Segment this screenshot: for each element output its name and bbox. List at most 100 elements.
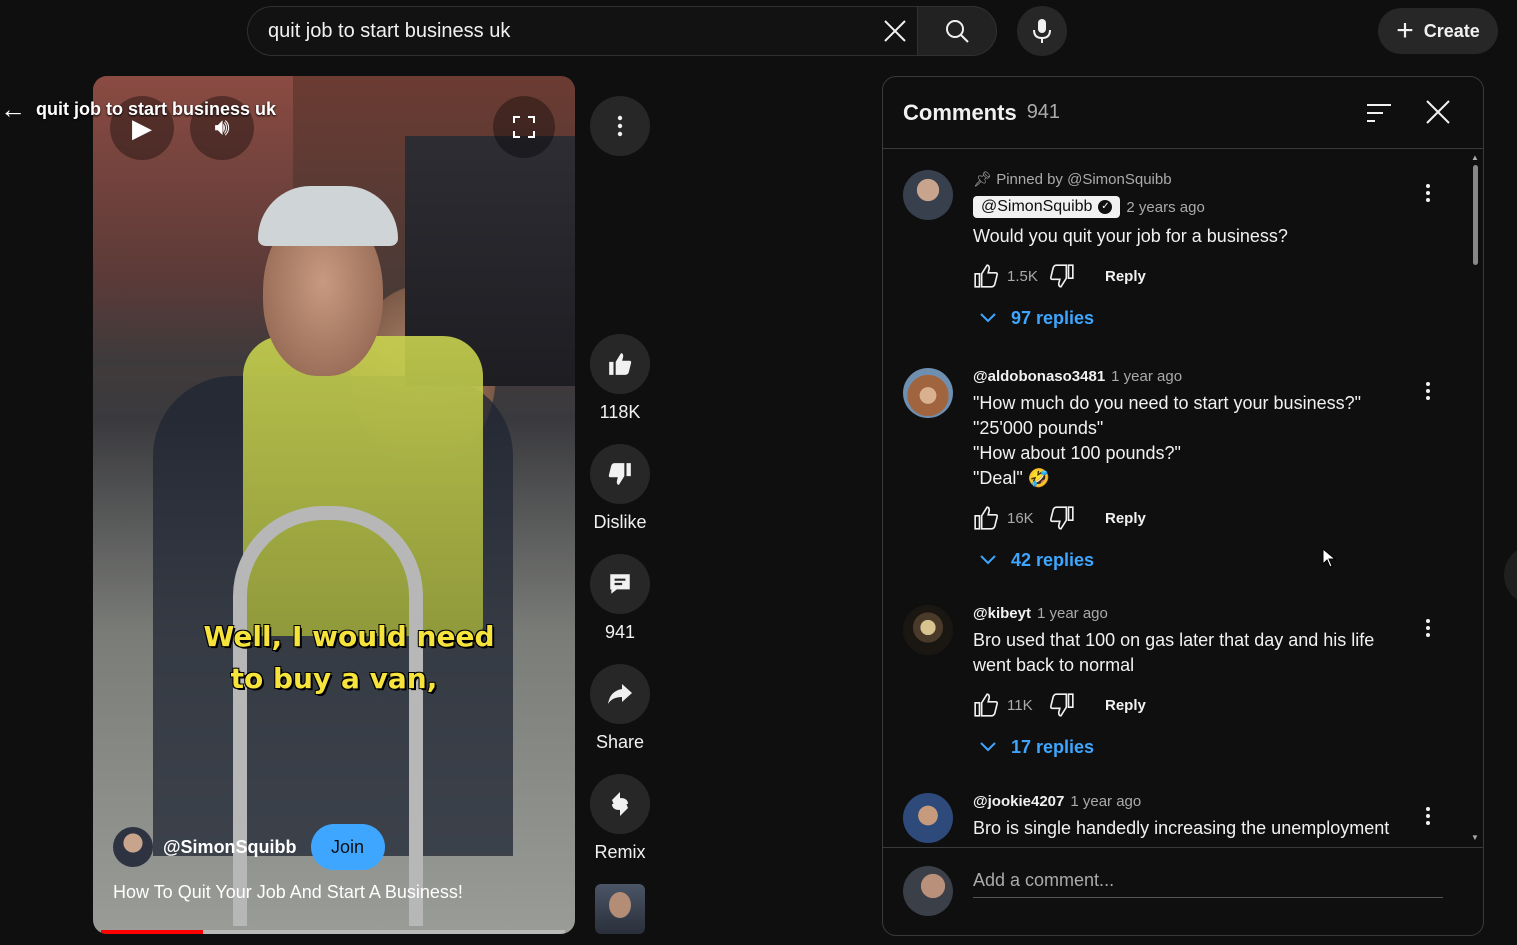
remix-label: Remix bbox=[594, 842, 646, 862]
avatar[interactable] bbox=[903, 170, 953, 220]
comments-button[interactable]: 941 bbox=[590, 554, 650, 643]
comment-menu-button[interactable] bbox=[1425, 619, 1431, 641]
video-title[interactable]: How To Quit Your Job And Start A Busines… bbox=[113, 882, 463, 903]
author-handle: @SimonSquibb bbox=[981, 198, 1093, 215]
back-arrow-icon[interactable]: ← bbox=[0, 94, 26, 125]
comment-count: 941 bbox=[604, 622, 636, 642]
comments-header: Comments 941 bbox=[883, 77, 1483, 149]
author-name[interactable]: @SimonSquibb ✓ bbox=[973, 196, 1121, 218]
comments-circle bbox=[590, 554, 650, 614]
chevron-down-icon bbox=[980, 742, 996, 752]
replies-count: 17 replies bbox=[1011, 736, 1095, 757]
comment-time[interactable]: 1 year ago bbox=[1037, 605, 1108, 622]
comment-time[interactable]: 2 years ago bbox=[1126, 199, 1204, 216]
comment-line: Bro used that 100 on gas later that day … bbox=[973, 630, 1375, 650]
view-replies-button[interactable]: 42 replies bbox=[979, 545, 1433, 575]
search-icon bbox=[946, 20, 969, 43]
comments-title: Comments bbox=[903, 99, 1017, 125]
caption-line: to buy a van, bbox=[230, 662, 438, 695]
channel-row: @SimonSquibb Join bbox=[113, 824, 385, 870]
like-circle bbox=[590, 334, 650, 394]
avatar[interactable] bbox=[903, 605, 953, 655]
video-frame-bg bbox=[258, 186, 398, 246]
search-button[interactable] bbox=[917, 6, 997, 56]
thumbs-down-icon[interactable] bbox=[1049, 505, 1075, 531]
reply-button[interactable]: Reply bbox=[1105, 510, 1146, 527]
create-label: Create bbox=[1423, 20, 1480, 41]
mouse-cursor-icon bbox=[1322, 548, 1336, 568]
comment-line: "How about 100 pounds?" bbox=[973, 443, 1181, 463]
create-button[interactable]: + Create bbox=[1378, 8, 1498, 54]
user-avatar[interactable] bbox=[903, 866, 953, 916]
dislike-circle bbox=[590, 444, 650, 504]
progress-bar[interactable] bbox=[101, 930, 565, 934]
comment-time[interactable]: 1 year ago bbox=[1111, 368, 1182, 385]
shorts-video-player[interactable]: ▶ 🔊︎ Well, I would need to buy a van, @S… bbox=[93, 76, 575, 934]
remix-button[interactable]: Remix bbox=[590, 774, 650, 863]
add-comment-input[interactable]: Add a comment... bbox=[973, 868, 1443, 898]
remix-circle bbox=[590, 774, 650, 834]
comment-menu-button[interactable] bbox=[1425, 184, 1431, 206]
avatar[interactable] bbox=[903, 793, 953, 843]
comment-time[interactable]: 1 year ago bbox=[1070, 793, 1141, 810]
thumbs-up-icon[interactable] bbox=[973, 263, 999, 289]
next-video-handle[interactable] bbox=[1504, 545, 1517, 605]
thumbs-up-icon bbox=[609, 353, 632, 375]
progress-fill bbox=[101, 930, 204, 934]
dislike-button[interactable]: Dislike bbox=[590, 444, 650, 533]
thumbs-up-icon[interactable] bbox=[973, 692, 999, 718]
clear-search-button[interactable] bbox=[870, 6, 920, 56]
comment-line: "25'000 pounds" bbox=[973, 418, 1104, 438]
comments-list: 📌︎ Pinned by @SimonSquibb @SimonSquibb ✓ … bbox=[883, 150, 1483, 846]
view-replies-button[interactable]: 17 replies bbox=[979, 732, 1433, 762]
chevron-down-icon bbox=[980, 555, 996, 565]
join-button[interactable]: Join bbox=[310, 824, 385, 870]
thumbs-down-icon[interactable] bbox=[1049, 692, 1075, 718]
comment-menu-button[interactable] bbox=[1425, 807, 1431, 829]
verified-icon: ✓ bbox=[1098, 200, 1113, 214]
chevron-down-icon bbox=[980, 313, 996, 323]
view-replies-button[interactable]: 97 replies bbox=[979, 303, 1433, 333]
share-label: Share bbox=[595, 732, 645, 752]
scroll-down-arrow[interactable]: ▼ bbox=[1471, 833, 1479, 842]
replies-count: 42 replies bbox=[1011, 549, 1095, 570]
scroll-up-arrow[interactable]: ▲ bbox=[1471, 153, 1479, 162]
comments-count: 941 bbox=[1026, 101, 1061, 123]
dislike-label: Dislike bbox=[593, 512, 647, 532]
back-navigation[interactable]: ← quit job to start business uk bbox=[0, 94, 276, 124]
reply-button[interactable]: Reply bbox=[1105, 697, 1146, 714]
video-caption: Well, I would need to buy a van, bbox=[93, 616, 575, 700]
like-button[interactable]: 118K bbox=[590, 334, 650, 423]
like-count: 16K bbox=[1007, 509, 1034, 527]
share-icon bbox=[608, 684, 632, 704]
like-count: 11K bbox=[1007, 696, 1033, 714]
back-title: quit job to start business uk bbox=[36, 98, 277, 119]
search-input[interactable]: quit job to start business uk bbox=[247, 6, 917, 56]
comment-menu-button[interactable] bbox=[1425, 382, 1431, 404]
channel-name[interactable]: @SimonSquibb bbox=[163, 837, 297, 858]
replies-count: 97 replies bbox=[1011, 307, 1095, 328]
comment-icon bbox=[610, 574, 630, 594]
more-options-button[interactable] bbox=[590, 96, 650, 156]
scrollbar-thumb[interactable] bbox=[1473, 165, 1478, 265]
author-name[interactable]: @aldobonaso3481 bbox=[973, 368, 1105, 385]
comment-line: went back to normal bbox=[973, 655, 1135, 675]
sound-thumbnail[interactable] bbox=[595, 884, 645, 934]
sort-icon[interactable] bbox=[1365, 101, 1393, 125]
more-vertical-icon bbox=[617, 115, 623, 137]
fullscreen-button[interactable] bbox=[493, 96, 555, 158]
pinned-text: Pinned by @SimonSquibb bbox=[996, 171, 1172, 188]
author-name[interactable]: @jookie4207 bbox=[973, 793, 1064, 810]
voice-search-button[interactable] bbox=[1017, 6, 1067, 56]
comment-text: "How much do you need to start your busi… bbox=[973, 391, 1433, 491]
thumbs-up-icon[interactable] bbox=[973, 505, 999, 531]
reply-button[interactable]: Reply bbox=[1105, 268, 1146, 285]
close-icon[interactable] bbox=[1423, 97, 1453, 127]
channel-avatar[interactable] bbox=[113, 827, 153, 867]
avatar[interactable] bbox=[903, 368, 953, 418]
share-button[interactable]: Share bbox=[590, 664, 650, 753]
plus-icon: + bbox=[1396, 14, 1414, 47]
remix-icon bbox=[612, 792, 628, 816]
thumbs-down-icon[interactable] bbox=[1049, 263, 1075, 289]
author-name[interactable]: @kibeyt bbox=[973, 605, 1031, 622]
